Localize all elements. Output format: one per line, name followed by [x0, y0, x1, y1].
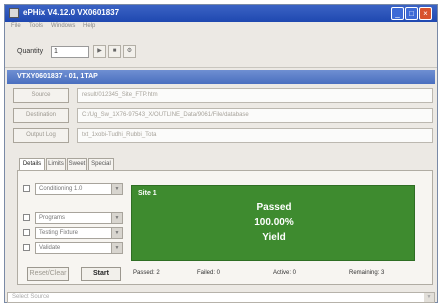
- conditioning-select[interactable]: Conditioning 1.0 ▼: [35, 183, 123, 195]
- stat-passed: Passed: 2: [133, 270, 160, 276]
- reset-button[interactable]: Reset/Clear: [27, 267, 69, 281]
- chevron-down-icon[interactable]: ▼: [111, 243, 122, 253]
- menu-help[interactable]: Help: [83, 23, 95, 29]
- window-title: ePHix V4.12.0 VX0601837: [23, 8, 120, 17]
- stat-active: Active: 0: [273, 270, 297, 276]
- fixture-select-value: Testing Fixture: [39, 230, 79, 236]
- toolbar: Quantity 1 ▶ ■ ⚙: [5, 33, 437, 68]
- minimize-icon[interactable]: _: [391, 7, 404, 20]
- application-window: ePHix V4.12.0 VX0601837 _ □ × File Tools…: [4, 4, 438, 303]
- source-field[interactable]: result/012345_Site_FTP.htm: [77, 88, 433, 103]
- stat-failed: Failed: 0: [197, 270, 221, 276]
- tab-sweet[interactable]: Sweet: [67, 158, 87, 170]
- menu-file[interactable]: File: [11, 23, 21, 29]
- programs-select[interactable]: Programs ▼: [35, 212, 123, 224]
- condition-checkbox[interactable]: [23, 185, 30, 192]
- quantity-label: Quantity: [17, 48, 44, 55]
- fixture-select[interactable]: Testing Fixture ▼: [35, 227, 123, 239]
- site-label: Site 1: [138, 190, 157, 197]
- menu-bar: File Tools Windows Help: [5, 22, 437, 32]
- validate-checkbox[interactable]: [23, 244, 30, 251]
- app-icon: [9, 8, 19, 18]
- menu-windows[interactable]: Windows: [51, 23, 75, 29]
- settings-icon[interactable]: ⚙: [123, 45, 136, 58]
- title-bar[interactable]: ePHix V4.12.0 VX0601837 _ □ ×: [5, 5, 437, 22]
- maximize-icon[interactable]: □: [405, 7, 418, 20]
- tab-limits[interactable]: Limits: [46, 158, 66, 170]
- programs-checkbox[interactable]: [23, 214, 30, 221]
- result-label: Yield: [262, 232, 286, 243]
- chevron-down-icon[interactable]: ▼: [111, 184, 122, 194]
- destination-field[interactable]: C:/Ug_Sw_1X76-97543_X/OUTLINE_Data/9061/…: [77, 108, 433, 123]
- result-status: Passed: [256, 202, 292, 213]
- chevron-down-icon[interactable]: ▼: [424, 293, 434, 302]
- close-icon[interactable]: ×: [419, 7, 432, 20]
- destination-button[interactable]: Destination: [13, 108, 69, 123]
- output-log-field[interactable]: txt_1xobi-Tudhi_Rubbi_Tota: [77, 128, 433, 143]
- menu-tools[interactable]: Tools: [29, 23, 43, 29]
- start-button[interactable]: Start: [81, 267, 121, 281]
- quantity-input[interactable]: 1: [51, 46, 89, 58]
- panel-header: VTXY0601837 - 01, 1TAP: [7, 70, 435, 84]
- validate-select-value: Validate: [39, 245, 61, 251]
- stat-remaining: Remaining: 3: [349, 270, 385, 276]
- result-percent: 100.00%: [254, 217, 294, 228]
- fixture-checkbox[interactable]: [23, 229, 30, 236]
- source-button[interactable]: Source: [13, 88, 69, 103]
- run-icon[interactable]: ▶: [93, 45, 106, 58]
- output-log-button[interactable]: Output Log: [13, 128, 69, 143]
- chevron-down-icon[interactable]: ▼: [111, 228, 122, 238]
- programs-select-value: Programs: [39, 215, 66, 221]
- result-panel: Site 1 Passed 100.00% Yield: [131, 185, 415, 261]
- status-text: Select Source: [12, 294, 50, 300]
- validate-select[interactable]: Validate ▼: [35, 242, 123, 254]
- chevron-down-icon[interactable]: ▼: [111, 213, 122, 223]
- stop-icon[interactable]: ■: [108, 45, 121, 58]
- tab-special[interactable]: Special: [88, 158, 114, 170]
- status-bar[interactable]: Select Source ▼: [7, 292, 435, 303]
- conditioning-select-value: Conditioning 1.0: [39, 186, 83, 192]
